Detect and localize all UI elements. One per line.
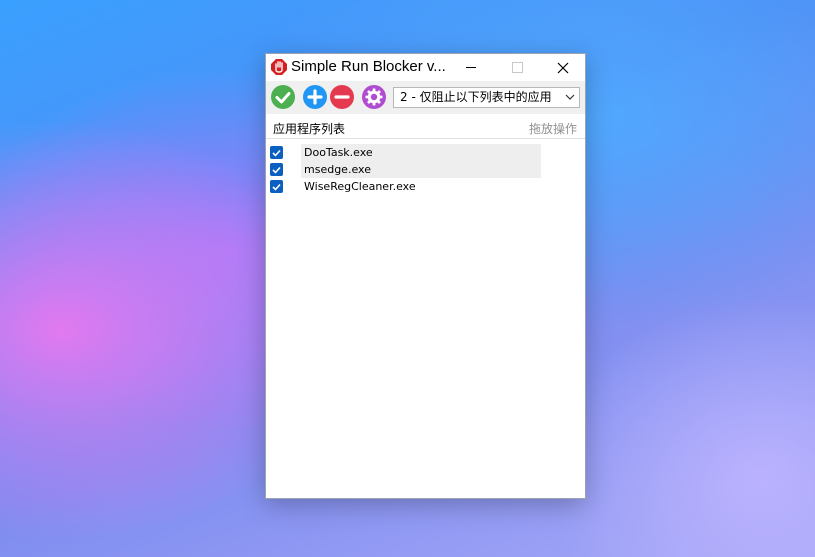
minimize-icon bbox=[466, 67, 476, 68]
list-title: 应用程序列表 bbox=[273, 122, 346, 136]
maximize-icon bbox=[511, 62, 523, 73]
plus-circle-icon[interactable] bbox=[303, 85, 327, 109]
app-name: DooTask.exe bbox=[304, 146, 373, 159]
app-name: msedge.exe bbox=[304, 163, 371, 176]
list-item[interactable]: msedge.exe bbox=[266, 161, 585, 178]
checkbox[interactable] bbox=[270, 180, 283, 193]
app-window: Simple Run Blocker v... 2 - 仅阻止以下列表中的应用 … bbox=[265, 53, 586, 499]
list-item[interactable]: WiseRegCleaner.exe bbox=[266, 178, 585, 195]
stop-hand-icon bbox=[271, 59, 287, 75]
list-item[interactable]: DooTask.exe bbox=[266, 144, 585, 161]
checkmark-icon bbox=[272, 183, 281, 191]
app-name: WiseRegCleaner.exe bbox=[304, 180, 416, 193]
checkbox[interactable] bbox=[270, 146, 283, 159]
window-title: Simple Run Blocker v... bbox=[291, 58, 446, 75]
maximize-button[interactable] bbox=[494, 54, 540, 81]
checkmark-icon bbox=[272, 149, 281, 157]
gear-icon[interactable] bbox=[362, 85, 386, 109]
close-icon bbox=[557, 62, 569, 73]
check-circle-icon[interactable] bbox=[271, 85, 295, 109]
mode-select-value: 2 - 仅阻止以下列表中的应用 bbox=[400, 90, 552, 104]
title-bar[interactable]: Simple Run Blocker v... bbox=[266, 54, 585, 81]
toolbar: 2 - 仅阻止以下列表中的应用 bbox=[266, 81, 585, 114]
checkbox[interactable] bbox=[270, 163, 283, 176]
mode-select[interactable]: 2 - 仅阻止以下列表中的应用 bbox=[393, 87, 580, 108]
chevron-down-icon bbox=[565, 94, 575, 100]
list-header: 应用程序列表 拖放操作 bbox=[266, 114, 585, 139]
minimize-button[interactable] bbox=[448, 54, 494, 81]
close-button[interactable] bbox=[540, 54, 586, 81]
drag-drop-hint: 拖放操作 bbox=[528, 122, 577, 136]
checkmark-icon bbox=[272, 166, 281, 174]
minus-circle-icon[interactable] bbox=[330, 85, 354, 109]
